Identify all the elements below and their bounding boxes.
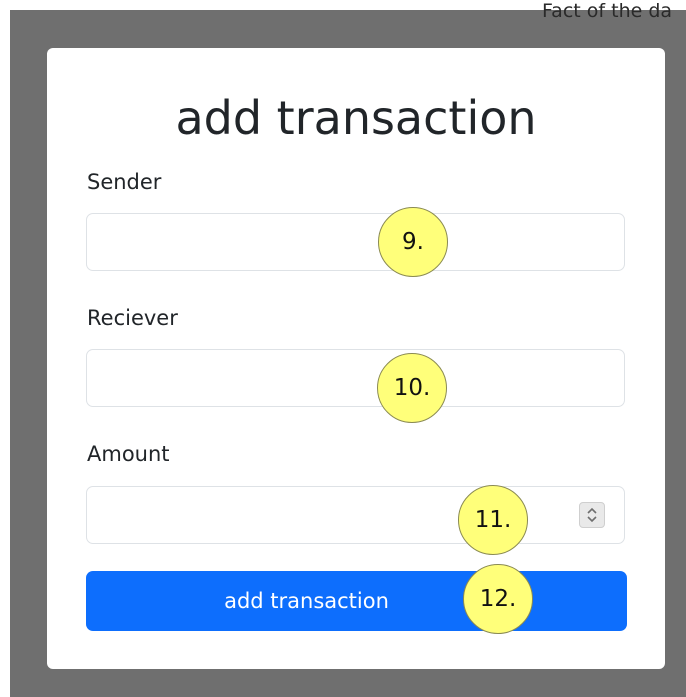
spinner-arrows-icon[interactable] (579, 502, 605, 528)
receiver-label: Reciever (87, 306, 178, 330)
amount-input[interactable] (86, 486, 625, 544)
step-marker-12: 12. (463, 564, 533, 634)
background-page-text: Fact of the da (542, 0, 673, 22)
step-marker-11: 11. (458, 485, 528, 555)
step-marker-9: 9. (378, 207, 448, 277)
sender-input[interactable] (86, 213, 625, 271)
add-transaction-button[interactable]: add transaction (86, 571, 627, 631)
step-marker-10: 10. (377, 353, 447, 423)
sender-label: Sender (87, 170, 162, 194)
modal-title: add transaction (175, 91, 537, 145)
receiver-input[interactable] (86, 349, 625, 407)
screen: Fact of the da add transaction Sender Re… (0, 0, 686, 697)
amount-label: Amount (87, 442, 170, 466)
